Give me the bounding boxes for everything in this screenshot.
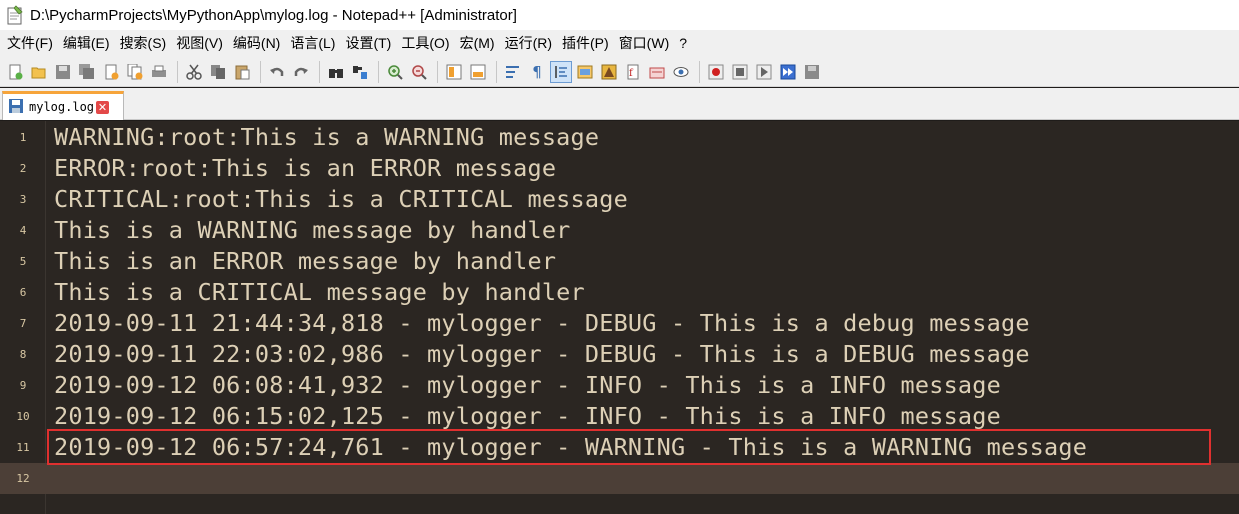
menu-window[interactable]: 窗口(W): [614, 30, 675, 57]
paste-icon[interactable]: [231, 61, 253, 83]
line-number: 8: [19, 348, 27, 361]
line-text: 2019-09-11 22:03:02,986 - mylogger - DEB…: [54, 340, 1030, 368]
word-wrap-icon[interactable]: [502, 61, 524, 83]
toolbar: ¶ f: [0, 57, 1239, 87]
editor-line[interactable]: 2 ERROR:root:This is an ERROR message: [0, 153, 1239, 184]
line-number: 1: [19, 131, 27, 144]
redo-icon[interactable]: [290, 61, 312, 83]
stop-macro-icon[interactable]: [729, 61, 751, 83]
line-number: 12: [16, 472, 30, 485]
undo-icon[interactable]: [266, 61, 288, 83]
tab-strip: mylog.log ✕: [0, 88, 1239, 120]
monitoring-icon[interactable]: [670, 61, 692, 83]
replace-icon[interactable]: [349, 61, 371, 83]
line-text: 2019-09-11 21:44:34,818 - mylogger - DEB…: [54, 309, 1030, 337]
open-file-icon[interactable]: [28, 61, 50, 83]
zoom-out-icon[interactable]: [408, 61, 430, 83]
menu-help[interactable]: ?: [674, 30, 692, 57]
line-number: 6: [19, 286, 27, 299]
toolbar-separator: [378, 60, 379, 83]
menu-tools[interactable]: 工具(O): [396, 30, 454, 57]
editor-line[interactable]: 1 WARNING:root:This is a WARNING message: [0, 122, 1239, 153]
menu-edit[interactable]: 编辑(E): [58, 30, 115, 57]
line-number: 5: [19, 255, 27, 268]
function-list-icon[interactable]: f: [622, 61, 644, 83]
title-bar: D:\PycharmProjects\MyPythonApp\mylog.log…: [0, 0, 1239, 30]
line-number: 10: [16, 410, 30, 423]
toolbar-separator: [437, 60, 438, 83]
tab-label: mylog.log: [29, 100, 95, 114]
line-number: 4: [19, 224, 27, 237]
doc-map-icon[interactable]: [598, 61, 620, 83]
record-macro-icon[interactable]: [705, 61, 727, 83]
annotation-highlight-box: [47, 429, 1211, 465]
editor-line[interactable]: 10 2019-09-12 06:15:02,125 - mylogger - …: [0, 401, 1239, 432]
current-editor-line[interactable]: 12: [0, 463, 1239, 494]
lang-udl-icon[interactable]: [574, 61, 596, 83]
close-icon[interactable]: ✕: [96, 100, 110, 114]
save-all-icon[interactable]: [76, 61, 98, 83]
menu-macro[interactable]: 宏(M): [455, 30, 500, 57]
run-macro-multiple-icon[interactable]: [777, 61, 799, 83]
toolbar-separator: [319, 60, 320, 83]
editor-line[interactable]: 9 2019-09-12 06:08:41,932 - mylogger - I…: [0, 370, 1239, 401]
tab-mylog[interactable]: mylog.log ✕: [2, 91, 124, 120]
editor-line[interactable]: 7 2019-09-11 21:44:34,818 - mylogger - D…: [0, 308, 1239, 339]
save-icon[interactable]: [52, 61, 74, 83]
find-icon[interactable]: [325, 61, 347, 83]
line-text: ERROR:root:This is an ERROR message: [54, 154, 557, 182]
line-text: WARNING:root:This is a WARNING message: [54, 123, 600, 151]
menu-bar: 文件(F) 编辑(E) 搜索(S) 视图(V) 编码(N) 语言(L) 设置(T…: [0, 30, 1239, 57]
menu-view[interactable]: 视图(V): [171, 30, 228, 57]
line-number: 9: [19, 379, 27, 392]
menu-file[interactable]: 文件(F): [2, 30, 58, 57]
line-number: 3: [19, 193, 27, 206]
zoom-in-icon[interactable]: [384, 61, 406, 83]
toolbar-separator: [699, 60, 700, 83]
cut-icon[interactable]: [183, 61, 205, 83]
editor-line[interactable]: 8 2019-09-11 22:03:02,986 - mylogger - D…: [0, 339, 1239, 370]
menu-encoding[interactable]: 编码(N): [228, 30, 285, 57]
play-macro-icon[interactable]: [753, 61, 775, 83]
editor-line[interactable]: 5 This is an ERROR message by handler: [0, 246, 1239, 277]
editor-line[interactable]: 3 CRITICAL:root:This is a CRITICAL messa…: [0, 184, 1239, 215]
print-icon[interactable]: [148, 61, 170, 83]
indent-guide-icon[interactable]: [550, 60, 572, 83]
new-file-icon[interactable]: [4, 61, 26, 83]
window-title: D:\PycharmProjects\MyPythonApp\mylog.log…: [30, 6, 517, 24]
line-text: CRITICAL:root:This is a CRITICAL message: [54, 185, 628, 213]
sync-horizontal-icon[interactable]: [467, 61, 489, 83]
notepadpp-app-icon[interactable]: [6, 5, 24, 25]
toolbar-separator: [177, 60, 178, 83]
menu-settings[interactable]: 设置(T): [340, 30, 396, 57]
line-text: 2019-09-12 06:08:41,932 - mylogger - INF…: [54, 371, 1001, 399]
menu-language[interactable]: 语言(L): [285, 30, 340, 57]
line-text: 2019-09-12 06:15:02,125 - mylogger - INF…: [54, 402, 1001, 430]
menu-plugins[interactable]: 插件(P): [557, 30, 614, 57]
copy-icon[interactable]: [207, 61, 229, 83]
toolbar-separator: [496, 60, 497, 83]
save-icon: [9, 98, 23, 117]
line-number: 2: [19, 162, 27, 175]
folder-workspace-icon[interactable]: [646, 61, 668, 83]
menu-search[interactable]: 搜索(S): [115, 30, 172, 57]
editor-area[interactable]: 1 WARNING:root:This is a WARNING message…: [0, 121, 1239, 514]
close-all-icon[interactable]: [124, 61, 146, 83]
close-icon[interactable]: [100, 61, 122, 83]
line-number: 11: [16, 441, 30, 454]
sync-vertical-icon[interactable]: [443, 61, 465, 83]
line-text: This is a CRITICAL message by handler: [54, 278, 585, 306]
editor-line[interactable]: 4 This is a WARNING message by handler: [0, 215, 1239, 246]
save-macro-icon[interactable]: [801, 61, 823, 83]
line-text: This is a WARNING message by handler: [54, 216, 571, 244]
toolbar-separator: [260, 60, 261, 83]
editor-line[interactable]: 6 This is a CRITICAL message by handler: [0, 277, 1239, 308]
line-text: This is an ERROR message by handler: [54, 247, 557, 275]
show-all-chars-icon[interactable]: ¶: [526, 61, 548, 83]
line-number: 7: [19, 317, 27, 330]
menu-run[interactable]: 运行(R): [500, 30, 557, 57]
